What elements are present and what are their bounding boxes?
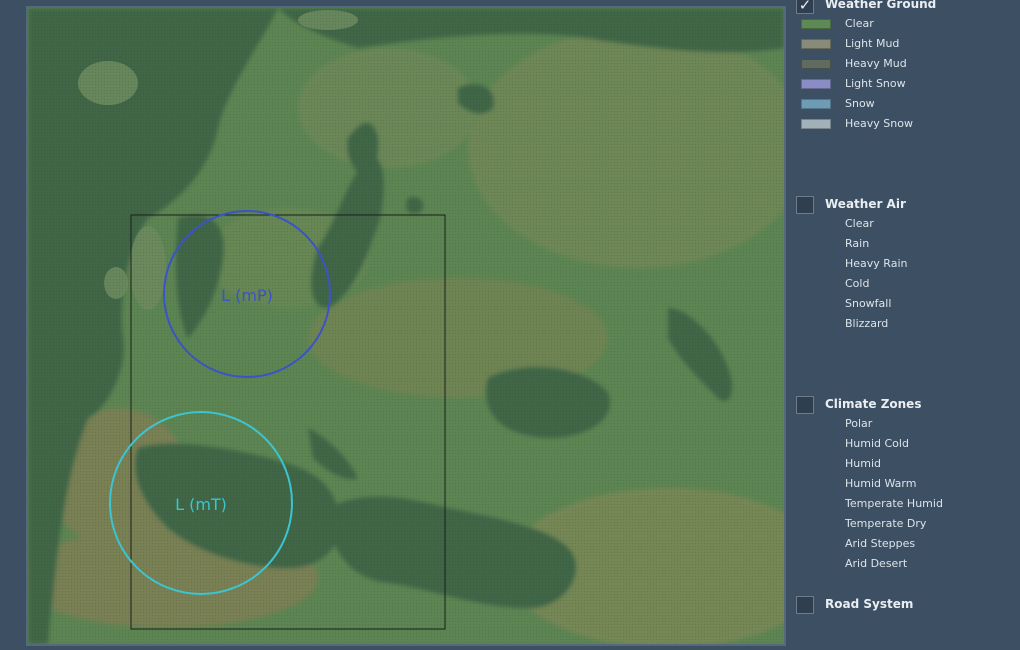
legend-item-cold: Cold	[796, 276, 1016, 292]
weather-air-checkbox[interactable]	[796, 196, 814, 214]
legend-item-heavy-snow: Heavy Snow	[796, 116, 1016, 132]
check-icon: ✓	[798, 0, 812, 14]
legend-item-light-snow: Light Snow	[796, 76, 1016, 92]
legend-item-heavy-rain: Heavy Rain	[796, 256, 1016, 272]
legend-item-label: Heavy Rain	[845, 257, 908, 270]
legend-item-label: Light Mud	[845, 37, 900, 50]
legend-item-label: Temperate Humid	[845, 497, 943, 510]
legend-item-humid: Humid	[796, 456, 1016, 472]
weather-map[interactable]: L (mP) L (mT)	[26, 6, 786, 646]
legend-item-arid-steppes: Arid Steppes	[796, 536, 1016, 552]
legend-panel: ✓ Weather Ground Clear Light Mud Heavy M…	[786, 0, 1020, 650]
legend-item-label: Cold	[845, 277, 870, 290]
legend-item-label: Rain	[845, 237, 870, 250]
map-canvas[interactable]: L (mP) L (mT)	[28, 8, 784, 644]
climate-zones-header[interactable]: Climate Zones	[796, 396, 1016, 414]
legend-item-temperate-humid: Temperate Humid	[796, 496, 1016, 512]
legend-item-label: Heavy Mud	[845, 57, 907, 70]
legend-item-label: Snowfall	[845, 297, 892, 310]
swatch-heavy-mud	[801, 59, 831, 69]
swatch-heavy-snow	[801, 119, 831, 129]
legend-item-blizzard: Blizzard	[796, 316, 1016, 332]
legend-item-label: Polar	[845, 417, 873, 430]
legend-item-air-clear: Clear	[796, 216, 1016, 232]
legend-item-label: Humid	[845, 457, 881, 470]
weather-system-mp-label: L (mP)	[221, 286, 273, 305]
legend-item-label: Temperate Dry	[845, 517, 927, 530]
weather-ground-checkbox[interactable]: ✓	[796, 0, 814, 14]
legend-item-label: Blizzard	[845, 317, 889, 330]
legend-item-heavy-mud: Heavy Mud	[796, 56, 1016, 72]
weather-system-mt-label: L (mT)	[175, 495, 227, 514]
weather-air-title: Weather Air	[825, 197, 906, 211]
legend-item-temperate-dry: Temperate Dry	[796, 516, 1016, 532]
weather-ground-title: Weather Ground	[825, 0, 937, 11]
swatch-light-snow	[801, 79, 831, 89]
texture-overlay	[28, 8, 784, 644]
legend-item-label: Clear	[845, 17, 874, 30]
legend-item-label: Snow	[845, 97, 875, 110]
legend-item-arid-desert: Arid Desert	[796, 556, 1016, 572]
legend-item-label: Clear	[845, 217, 874, 230]
legend-item-label: Arid Desert	[845, 557, 908, 570]
legend-item-label: Heavy Snow	[845, 117, 913, 130]
road-system-title: Road System	[825, 597, 914, 611]
swatch-light-mud	[801, 39, 831, 49]
swatch-clear	[801, 19, 831, 29]
legend-item-humid-cold: Humid Cold	[796, 436, 1016, 452]
road-system-header[interactable]: Road System	[796, 596, 1016, 614]
legend-item-label: Light Snow	[845, 77, 906, 90]
legend-item-label: Humid Warm	[845, 477, 917, 490]
legend-item-light-mud: Light Mud	[796, 36, 1016, 52]
weather-air-header[interactable]: Weather Air	[796, 196, 1016, 214]
climate-zones-checkbox[interactable]	[796, 396, 814, 414]
legend-item-clear-ground: Clear	[796, 16, 1016, 32]
legend-item-label: Humid Cold	[845, 437, 909, 450]
legend-item-label: Arid Steppes	[845, 537, 916, 550]
legend-item-snow: Snow	[796, 96, 1016, 112]
legend-item-polar: Polar	[796, 416, 1016, 432]
legend-item-rain: Rain	[796, 236, 1016, 252]
legend-item-humid-warm: Humid Warm	[796, 476, 1016, 492]
climate-zones-title: Climate Zones	[825, 397, 922, 411]
road-system-checkbox[interactable]	[796, 596, 814, 614]
legend-item-snowfall: Snowfall	[796, 296, 1016, 312]
swatch-snow	[801, 99, 831, 109]
weather-ground-header[interactable]: ✓ Weather Ground	[796, 0, 1016, 14]
